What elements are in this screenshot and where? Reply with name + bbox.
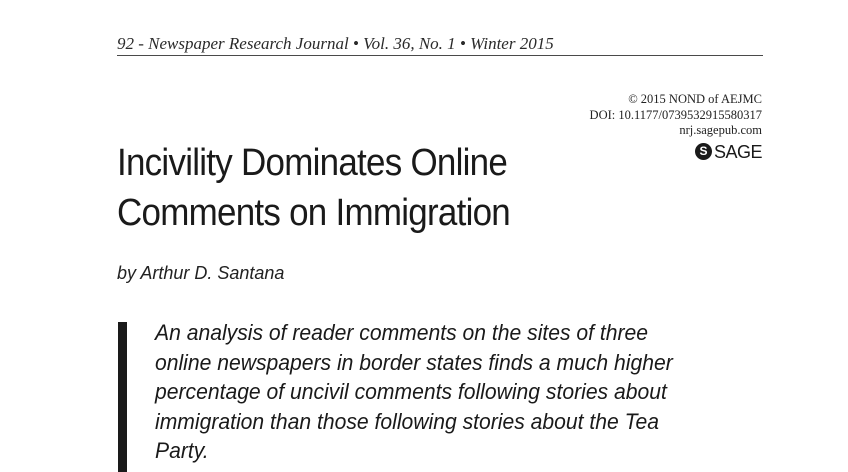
author-byline: by Arthur D. Santana: [117, 263, 285, 283]
abstract: An analysis of reader comments on the si…: [155, 318, 750, 466]
abstract-bar: [118, 322, 127, 472]
abstract-line: Party.: [155, 438, 209, 463]
running-header: 92 - Newspaper Research Journal • Vol. 3…: [117, 34, 554, 53]
title-line: Incivility Dominates Online: [117, 142, 508, 184]
header-rule: [117, 55, 763, 56]
doi-line: DOI: 10.1177/0739532915580317: [589, 107, 762, 122]
title-line: Comments on Immigration: [117, 192, 511, 234]
journal-url[interactable]: nrj.sagepub.com: [590, 123, 762, 139]
abstract-line: An analysis of reader comments on the si…: [155, 320, 649, 345]
abstract-line: immigration than those following stories…: [155, 408, 660, 434]
publisher-meta: © 2015 NOND of AEJMC DOI: 10.1177/073953…: [589, 92, 763, 162]
sage-logo-text: SAGE: [713, 141, 763, 162]
abstract-line: percentage of uncivil comments following…: [155, 379, 667, 404]
abstract-line: online newspapers in border states finds…: [155, 349, 673, 375]
sage-logo-mark-icon: S: [694, 143, 712, 160]
copyright-line: © 2015 NOND of AEJMC: [628, 92, 762, 106]
article-title: Incivility Dominates Online Comments on …: [117, 138, 511, 238]
sage-logo: S SAGE: [590, 141, 763, 162]
